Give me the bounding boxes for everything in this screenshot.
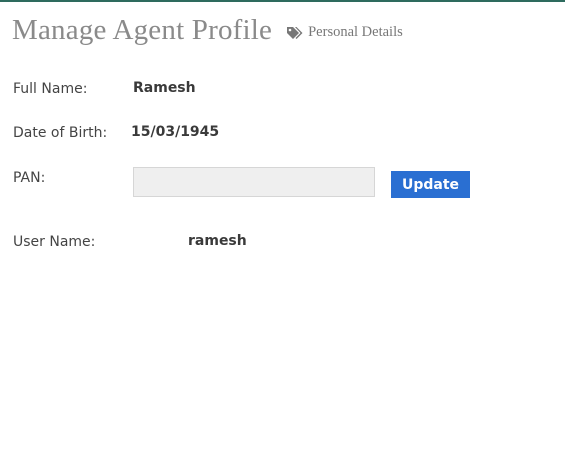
section-subtitle: Personal Details	[286, 24, 403, 41]
tags-icon	[286, 26, 304, 40]
top-border-line	[0, 0, 565, 2]
username-value: ramesh	[188, 233, 247, 249]
full-name-value: Ramesh	[133, 80, 196, 96]
update-button[interactable]: Update	[391, 171, 470, 198]
pan-input[interactable]	[133, 167, 375, 197]
username-label: User Name:	[13, 234, 96, 250]
full-name-label: Full Name:	[13, 81, 88, 97]
dob-label: Date of Birth:	[13, 125, 108, 141]
page-header: Manage Agent Profile Personal Details	[12, 14, 403, 47]
subtitle-label: Personal Details	[308, 23, 403, 40]
pan-label: PAN:	[13, 170, 46, 186]
page-title: Manage Agent Profile	[12, 14, 273, 46]
dob-value: 15/03/1945	[131, 124, 220, 140]
